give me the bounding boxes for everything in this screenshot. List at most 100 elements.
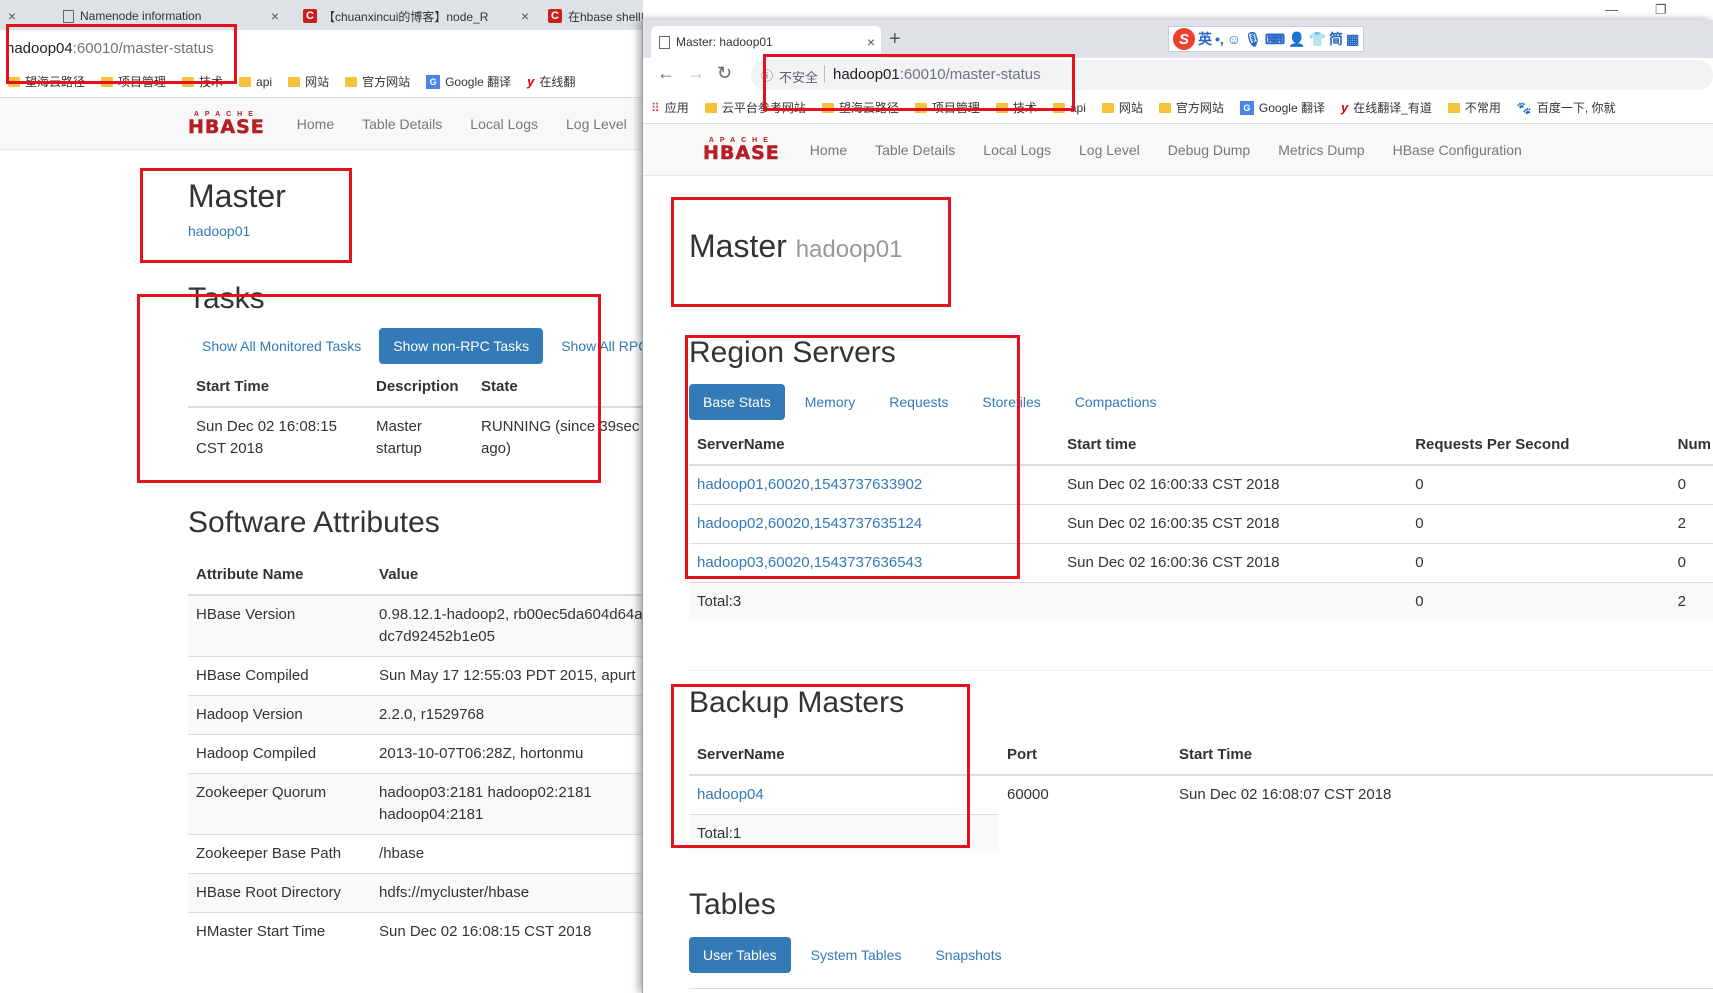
bookmark[interactable]: 项目管理 [907,99,988,116]
bookmark[interactable]: G Google 翻译 [1232,99,1333,116]
bookmark[interactable]: 不常用 [1440,99,1509,116]
hbase-logo[interactable]: APACHE HBASE [703,137,780,163]
tab-system-tables[interactable]: System Tables [797,937,916,973]
tab-namenode[interactable]: Namenode information × [55,2,285,30]
folder-icon [1101,102,1114,113]
close-icon[interactable]: × [867,34,875,50]
youdao-icon: y [527,74,535,89]
column-header: Attribute Name [188,556,372,596]
tab-csdn-blog[interactable]: C 【chuanxincui的博客】node_R × [295,2,535,30]
close-icon[interactable]: × [271,8,279,24]
nav-local-logs[interactable]: Local Logs [456,116,552,132]
restore-icon[interactable]: ❐ [1655,2,1667,18]
nav-hbase-configuration[interactable]: HBase Configuration [1379,142,1536,158]
region-servers-table: ServerName Start time Requests Per Second N… [689,426,1713,621]
tab-master-hadoop01[interactable]: Master: hadoop01 × [651,26,881,58]
right-bookmarks-bar: ⠿ 应用 云平台参考网站 望海云路径 项目管理 技术 api 网站 官方网站 GG… [643,92,1713,124]
region-servers-tabs: Base Stats Memory Requests Storefiles Co… [689,384,1170,420]
microphone-icon: 🎙 [1244,30,1262,47]
bookmark[interactable]: api [1045,101,1094,115]
task-description: Master startup [368,406,473,468]
tasks-filter-pills: Show All Monitored Tasks Show non-RPC Ta… [188,328,643,364]
tab-memory[interactable]: Memory [791,384,870,420]
close-icon[interactable]: × [8,8,16,24]
close-icon[interactable]: × [521,8,529,24]
software-attributes-heading: Software Attributes [188,506,440,539]
nav-home[interactable]: Home [283,116,348,132]
bookmark[interactable]: 官方网站 [1151,99,1232,116]
user-icon: 👤 [1288,30,1306,47]
bookmark[interactable]: 网站 [280,73,337,90]
tab-base-stats[interactable]: Base Stats [689,384,785,420]
tab-snapshots[interactable]: Snapshots [921,937,1015,973]
minimize-icon[interactable]: — [1605,2,1618,17]
tab-hbase-shell[interactable]: C 在hbase shell中使用list命令报错 [540,2,643,30]
bookmark[interactable]: 🐾 百度一下, 你就 [1509,99,1624,116]
master-host-link[interactable]: hadoop01 [188,223,286,239]
table-row: HBase Compiled Sun May 17 12:55:03 PDT 20… [188,656,643,696]
table-row: hadoop04 60000 Sun Dec 02 16:08:07 CST 2… [689,774,1713,815]
youdao-icon: y [1340,100,1349,115]
bookmark[interactable]: api [231,75,280,89]
bookmark[interactable]: 望海云路径 [814,99,907,116]
folder-icon [995,102,1008,113]
bookmark[interactable]: 望海云路径 [0,73,93,90]
tab-previous[interactable]: × [0,2,50,30]
region-servers-heading: Region Servers [689,336,896,369]
document-icon [659,35,670,49]
nav-debug-dump[interactable]: Debug Dump [1154,142,1265,158]
show-all-rpc-button[interactable]: Show All RPC [547,328,643,364]
master-hostname: hadoop01 [795,236,903,263]
folder-icon [8,76,20,87]
table-total-row: Total:1 [689,814,1713,853]
nav-table-details[interactable]: Table Details [348,116,456,132]
document-icon [63,9,74,23]
bookmark-apps[interactable]: ⠿ 应用 [643,99,697,116]
nav-metrics-dump[interactable]: Metrics Dump [1264,142,1378,158]
table-total-row: Total:3 0 2 [689,582,1713,621]
show-non-rpc-tasks-button[interactable]: Show non-RPC Tasks [379,328,544,364]
folder-icon [239,76,252,87]
folder-icon [1052,102,1065,113]
back-icon[interactable]: ← [657,63,675,84]
ime-toolbar[interactable]: S 英 •, ☺ 🎙 ⌨ 👤 👕 简 ▦ [1168,26,1365,52]
nav-local-logs[interactable]: Local Logs [969,142,1065,158]
column-header: ServerName [689,426,1060,466]
divider [824,65,825,83]
backup-masters-table: ServerName Port Start Time hadoop04 60000 … [689,736,1713,853]
folder-icon [1447,102,1460,113]
tab-storefiles[interactable]: Storefiles [968,384,1054,420]
region-server-link[interactable]: hadoop02,60020,1543737635124 [697,515,922,532]
show-all-monitored-tasks-button[interactable]: Show All Monitored Tasks [188,328,375,364]
bookmark[interactable]: y 在线翻 [519,73,583,90]
info-icon[interactable]: ⓘ [761,67,773,84]
bookmark[interactable]: y 在线翻译_有道 [1333,99,1440,116]
region-server-link[interactable]: hadoop03,60020,1543737636543 [697,554,922,571]
url-text[interactable]: hadoop04:60010/master-status [6,40,214,57]
bookmark[interactable]: 云平台参考网站 [697,99,814,116]
backup-master-link[interactable]: hadoop04 [697,786,764,803]
google-translate-icon: G [426,74,441,89]
nav-home[interactable]: Home [796,142,861,158]
bookmark[interactable]: 项目管理 [93,73,174,90]
nav-log-level[interactable]: Log Level [552,116,641,132]
table-row: hadoop01,60020,1543737633902 Sun Dec 02 … [689,464,1713,505]
tab-user-tables[interactable]: User Tables [689,937,791,973]
tab-compactions[interactable]: Compactions [1061,384,1171,420]
bookmark[interactable]: 网站 [1094,99,1151,116]
tab-requests[interactable]: Requests [875,384,962,420]
region-server-link[interactable]: hadoop01,60020,1543737633902 [697,476,922,493]
forward-icon[interactable]: → [687,63,705,84]
left-bookmarks-bar: 望海云路径 项目管理 技术 api 网站 官方网站 G Google 翻译 y 在线… [0,66,643,98]
url-text[interactable]: hadoop01:60010/master-status [833,66,1041,83]
bookmark[interactable]: G Google 翻译 [418,73,519,90]
left-address-bar[interactable]: hadoop04:60010/master-status [0,30,643,66]
bookmark[interactable]: 技术 [174,73,231,90]
bookmark[interactable]: 官方网站 [337,73,418,90]
nav-table-details[interactable]: Table Details [861,142,969,158]
nav-log-level[interactable]: Log Level [1065,142,1154,158]
hbase-logo[interactable]: APACHE HBASE [188,111,265,137]
new-tab-icon[interactable]: + [889,28,901,51]
bookmark[interactable]: 技术 [988,99,1045,116]
reload-icon[interactable]: ↻ [717,63,732,84]
